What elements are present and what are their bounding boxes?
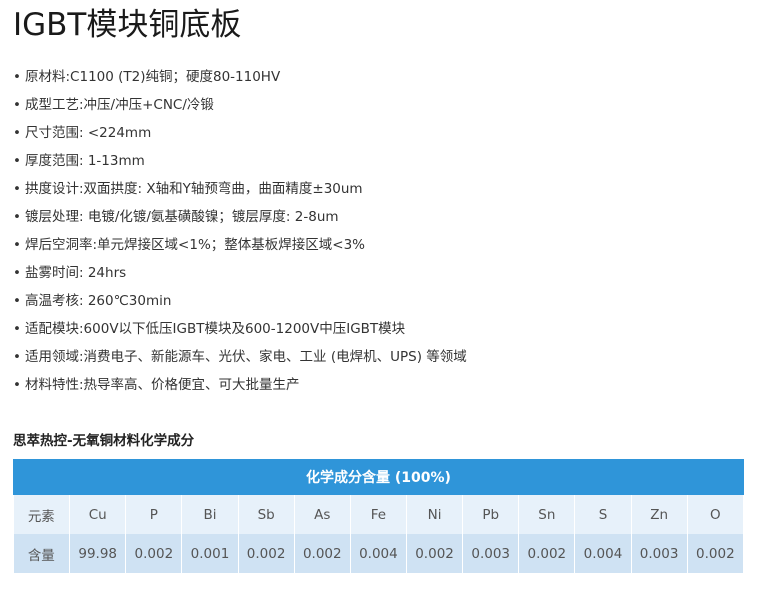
bullet-icon: • bbox=[13, 293, 21, 309]
element-cell: Ni bbox=[406, 494, 464, 534]
content-cell: 0.004 bbox=[574, 534, 632, 573]
content-cell: 0.003 bbox=[631, 534, 688, 573]
list-item: • 适配模块:600V以下低压IGBT模块及600-1200V中压IGBT模块 bbox=[13, 318, 467, 346]
element-cell: Fe bbox=[350, 494, 407, 534]
content-cell: 0.002 bbox=[294, 534, 351, 573]
list-item: • 厚度范围: 1-13mm bbox=[13, 150, 467, 178]
bullet-icon: • bbox=[13, 97, 21, 113]
spec-text: 拱度设计:双面拱度: X轴和Y轴预弯曲，曲面精度±30um bbox=[25, 181, 363, 197]
spec-text: 盐雾时间: 24hrs bbox=[25, 265, 127, 281]
element-cell: Sb bbox=[238, 494, 295, 534]
table-header: 化学成分含量 (100%) bbox=[13, 459, 744, 495]
spec-text: 适用领域:消费电子、新能源车、光伏、家电、工业 (电焊机、UPS) 等领域 bbox=[25, 349, 467, 365]
list-item: • 适用领域:消费电子、新能源车、光伏、家电、工业 (电焊机、UPS) 等领域 bbox=[13, 346, 467, 374]
content-cell: 0.002 bbox=[518, 534, 576, 573]
content-cell: 0.003 bbox=[462, 534, 520, 573]
spec-text: 成型工艺:冲压/冲压+CNC/冷锻 bbox=[25, 97, 214, 113]
bullet-icon: • bbox=[13, 69, 21, 85]
spec-text: 尺寸范围: <224mm bbox=[25, 125, 152, 141]
content-cell: 99.98 bbox=[69, 534, 127, 573]
list-item: • 镀层处理: 电镀/化镀/氨基磺酸镍；镀层厚度: 2-8um bbox=[13, 206, 467, 234]
content-cell: 0.001 bbox=[181, 534, 239, 573]
table-row-contents: 含量 99.98 0.002 0.001 0.002 0.002 0.004 0… bbox=[13, 534, 745, 573]
content-cell: 0.002 bbox=[406, 534, 464, 573]
table-row-elements: 元素 Cu P Bi Sb As Fe Ni Pb Sn S Zn O bbox=[13, 494, 745, 534]
spec-text: 镀层处理: 电镀/化镀/氨基磺酸镍；镀层厚度: 2-8um bbox=[25, 209, 339, 225]
content-cell: 0.002 bbox=[687, 534, 745, 573]
page-title: IGBT模块铜底板 bbox=[13, 7, 242, 43]
element-cell: As bbox=[294, 494, 351, 534]
bullet-icon: • bbox=[13, 265, 21, 281]
row-label-content: 含量 bbox=[13, 534, 71, 573]
element-cell: Cu bbox=[69, 494, 127, 534]
content-cell: 0.002 bbox=[238, 534, 295, 573]
spec-text: 材料特性:热导率高、价格便宜、可大批量生产 bbox=[25, 377, 300, 393]
bullet-icon: • bbox=[13, 181, 21, 197]
element-cell: Zn bbox=[631, 494, 688, 534]
spec-text: 厚度范围: 1-13mm bbox=[25, 153, 145, 169]
spec-text: 焊后空洞率:单元焊接区域<1%；整体基板焊接区域<3% bbox=[25, 237, 366, 253]
spec-text: 适配模块:600V以下低压IGBT模块及600-1200V中压IGBT模块 bbox=[25, 321, 406, 337]
content-cell: 0.002 bbox=[125, 534, 183, 573]
section-title: 思萃热控-无氧铜材料化学成分 bbox=[13, 433, 195, 449]
bullet-icon: • bbox=[13, 377, 21, 393]
bullet-icon: • bbox=[13, 349, 21, 365]
list-item: • 拱度设计:双面拱度: X轴和Y轴预弯曲，曲面精度±30um bbox=[13, 178, 467, 206]
element-cell: P bbox=[125, 494, 183, 534]
element-cell: Sn bbox=[518, 494, 576, 534]
bullet-icon: • bbox=[13, 321, 21, 337]
list-item: • 尺寸范围: <224mm bbox=[13, 122, 467, 150]
list-item: • 成型工艺:冲压/冲压+CNC/冷锻 bbox=[13, 94, 467, 122]
composition-table: 化学成分含量 (100%) 元素 Cu P Bi Sb As Fe Ni Pb … bbox=[13, 459, 745, 573]
spec-text: 高温考核: 260℃30min bbox=[25, 293, 172, 309]
list-item: • 原材料:C1100 (T2)纯铜；硬度80-110HV bbox=[13, 66, 467, 94]
spec-list: • 原材料:C1100 (T2)纯铜；硬度80-110HV • 成型工艺:冲压/冲压… bbox=[13, 66, 467, 402]
element-cell: Pb bbox=[462, 494, 520, 534]
element-cell: S bbox=[574, 494, 632, 534]
bullet-icon: • bbox=[13, 237, 21, 253]
spec-text: 原材料:C1100 (T2)纯铜；硬度80-110HV bbox=[25, 69, 281, 85]
list-item: • 盐雾时间: 24hrs bbox=[13, 262, 467, 290]
content-cell: 0.004 bbox=[350, 534, 407, 573]
list-item: • 材料特性:热导率高、价格便宜、可大批量生产 bbox=[13, 374, 467, 402]
bullet-icon: • bbox=[13, 125, 21, 141]
bullet-icon: • bbox=[13, 209, 21, 225]
list-item: • 焊后空洞率:单元焊接区域<1%；整体基板焊接区域<3% bbox=[13, 234, 467, 262]
element-cell: Bi bbox=[181, 494, 239, 534]
row-label-element: 元素 bbox=[13, 494, 71, 534]
list-item: • 高温考核: 260℃30min bbox=[13, 290, 467, 318]
element-cell: O bbox=[687, 494, 745, 534]
bullet-icon: • bbox=[13, 153, 21, 169]
